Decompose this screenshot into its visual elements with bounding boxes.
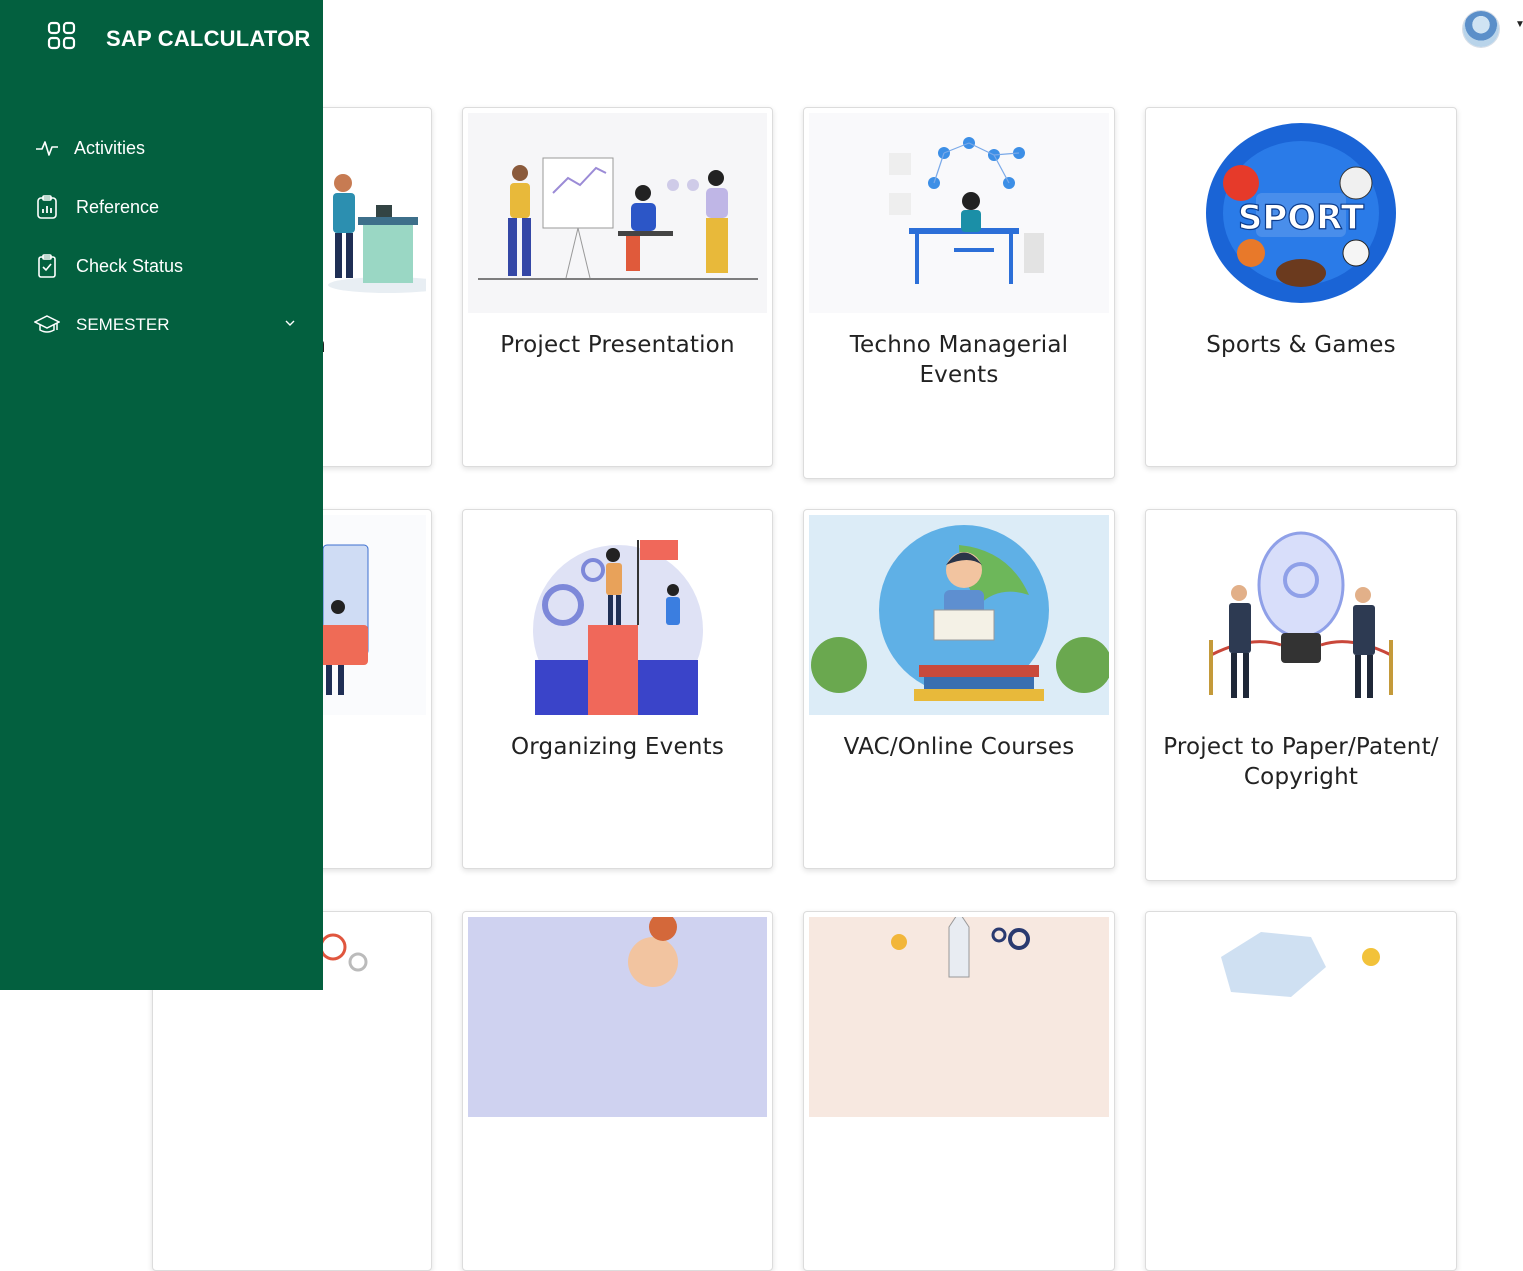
sport-badge-text: SPORT [1238, 198, 1365, 238]
card-title: Organizing Events [510, 734, 725, 760]
sidebar-item-label: Activities [74, 137, 146, 158]
activity-card-organizing-events[interactable]: Organizing Events [462, 509, 773, 869]
sidebar-item-check-status[interactable]: Check Status [34, 249, 304, 283]
chevron-down-icon[interactable]: ▼ [1515, 19, 1523, 30]
sidebar-item-semester[interactable]: SEMESTER [34, 308, 304, 342]
graduation-cap-icon [34, 315, 60, 333]
activity-card-vac-online-courses[interactable]: VAC/Online Courses [803, 509, 1115, 869]
card-title: VAC/Online Courses [843, 734, 1075, 760]
activity-icon [36, 141, 58, 156]
sidebar-item-label: Reference [76, 196, 160, 217]
card-title: Sports & Games [1206, 332, 1396, 358]
card-illustration [1151, 917, 1451, 1117]
sidebar: SAP CALCULATOR Activities Reference Chec… [0, 0, 323, 990]
sidebar-item-reference[interactable]: Reference [34, 190, 304, 224]
card-illustration [809, 917, 1109, 1117]
card-title: Project Presentation [500, 332, 735, 358]
app-title[interactable]: SAP CALCULATOR [106, 26, 310, 52]
sport-illustration: SPORT [1151, 113, 1451, 313]
clipboard-check-icon [38, 254, 56, 278]
sidebar-item-label: SEMESTER [76, 315, 170, 334]
activity-card-project-presentation[interactable]: Project Presentation [462, 107, 773, 467]
techno-illustration [809, 113, 1109, 313]
grid-icon[interactable] [47, 21, 76, 50]
activity-card[interactable] [462, 911, 773, 1271]
activity-card[interactable] [1145, 911, 1457, 1271]
card-title: Techno Managerial Events [849, 332, 1069, 388]
activity-card[interactable] [803, 911, 1115, 1271]
clipboard-chart-icon [37, 195, 57, 219]
patent-illustration [1151, 515, 1451, 715]
activity-card-sports-games[interactable]: SPORT Sports & Games [1145, 107, 1457, 467]
card-title: Project to Paper/Patent/Copyright [1163, 734, 1439, 790]
sidebar-item-label: Check Status [76, 255, 184, 276]
online-courses-illustration [809, 515, 1109, 715]
sidebar-item-activities[interactable]: Activities [34, 131, 304, 165]
chevron-down-icon[interactable] [284, 317, 296, 329]
activity-card-techno-managerial[interactable]: Techno Managerial Events [803, 107, 1115, 479]
card-illustration [468, 917, 767, 1117]
activity-card-project-to-paper[interactable]: Project to Paper/Patent/Copyright [1145, 509, 1457, 881]
organizing-illustration [468, 515, 767, 715]
presentation-illustration [468, 113, 767, 313]
user-avatar[interactable] [1463, 11, 1499, 47]
